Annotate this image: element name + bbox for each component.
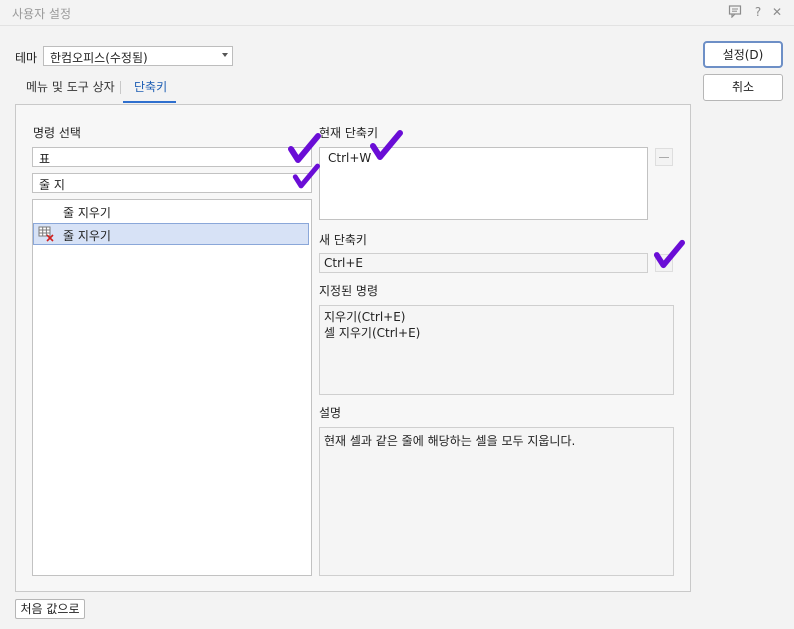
assigned-command-label: 지정된 명령 xyxy=(319,284,379,298)
theme-select[interactable]: 한컴오피스(수정됨) xyxy=(43,46,233,66)
checkmark-icon xyxy=(292,163,320,189)
new-shortcut-value: Ctrl+E xyxy=(324,256,363,270)
help-icon[interactable]: ? xyxy=(750,4,766,20)
command-filter-input[interactable]: 줄 지 xyxy=(32,173,312,193)
reset-button[interactable]: 처음 값으로 xyxy=(15,599,85,619)
assigned-item: 지우기(Ctrl+E) xyxy=(324,310,406,324)
command-filter-value: 줄 지 xyxy=(39,178,65,192)
description-label: 설명 xyxy=(319,406,342,420)
command-list[interactable] xyxy=(32,199,312,576)
checkmark-icon xyxy=(288,133,321,163)
ok-button[interactable]: 설정(D) xyxy=(703,41,783,68)
checkmark-icon xyxy=(653,239,685,269)
remove-shortcut-button[interactable] xyxy=(655,148,673,166)
assigned-item: 셀 지우기(Ctrl+E) xyxy=(324,326,421,340)
theme-select-value: 한컴오피스(수정됨) xyxy=(50,51,148,65)
new-shortcut-input[interactable]: Ctrl+E xyxy=(319,253,648,273)
checkmark-icon xyxy=(370,130,403,160)
close-icon[interactable]: ✕ xyxy=(769,4,785,20)
feedback-icon[interactable] xyxy=(727,4,743,20)
assigned-command-list: 지우기(Ctrl+E) 셀 지우기(Ctrl+E) xyxy=(319,305,674,395)
chevron-down-icon xyxy=(222,53,228,57)
command-label: 명령 선택 xyxy=(33,126,81,140)
table-delete-icon xyxy=(38,226,54,242)
command-search-input[interactable]: 표 xyxy=(32,147,312,167)
minus-icon xyxy=(659,157,669,158)
tab-separator xyxy=(120,81,121,94)
command-list-header: 줄 지우기 xyxy=(63,206,111,220)
window-title: 사용자 설정 xyxy=(12,7,72,21)
tab-menu-toolbar[interactable]: 메뉴 및 도구 상자 xyxy=(26,78,115,95)
command-search-value: 표 xyxy=(39,152,51,166)
new-shortcut-label: 새 단축키 xyxy=(319,233,367,247)
title-bar xyxy=(0,0,794,26)
list-item-label: 줄 지우기 xyxy=(63,229,111,243)
description-box: 현재 셀과 같은 줄에 해당하는 셀을 모두 지웁니다. xyxy=(319,427,674,576)
active-tab-indicator xyxy=(123,101,176,103)
current-shortcut-value: Ctrl+W xyxy=(328,151,372,165)
tab-shortcut[interactable]: 단축키 xyxy=(134,78,167,95)
cancel-button[interactable]: 취소 xyxy=(703,74,783,101)
description-text: 현재 셀과 같은 줄에 해당하는 셀을 모두 지웁니다. xyxy=(324,434,576,448)
theme-label: 테마 xyxy=(15,51,38,65)
